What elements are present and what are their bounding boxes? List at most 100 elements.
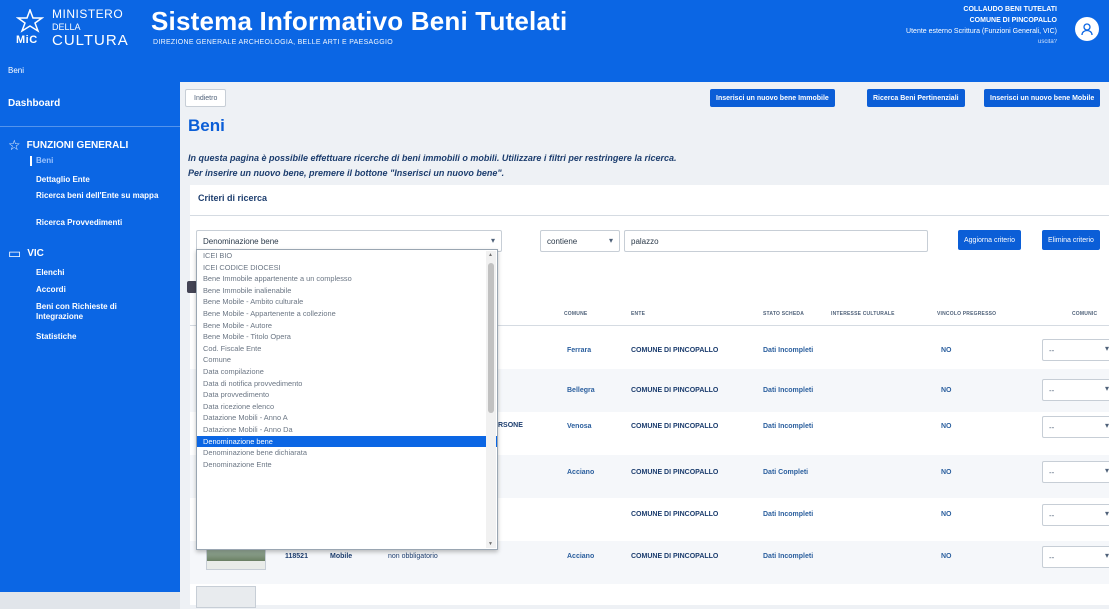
- sidebar-item-statistiche[interactable]: Statistiche: [36, 332, 166, 342]
- dropdown-option[interactable]: Datazione Mobili - Anno A: [197, 412, 497, 424]
- cell-ente: COMUNE DI PINCOPALLO: [631, 387, 719, 394]
- dropdown-option[interactable]: Bene Immobile inalienabile: [197, 285, 497, 297]
- col-header-interesse: INTERESSE CULTURALE: [831, 311, 895, 317]
- dropdown-option[interactable]: Denominazione bene dichiarata: [197, 447, 497, 459]
- update-criteria-button[interactable]: Aggiorna criterio: [958, 230, 1021, 250]
- dropdown-option[interactable]: Data compilazione: [197, 366, 497, 378]
- logo-line2: DELLA: [52, 22, 81, 32]
- app-title: Sistema Informativo Beni Tutelati: [151, 6, 568, 36]
- search-pertinenziali-button[interactable]: Ricerca Beni Pertinenziali: [867, 89, 965, 107]
- chevron-down-icon: ▾: [1104, 509, 1109, 518]
- field-dropdown-list[interactable]: ICEI BIO ICEI CODICE DIOCESI Bene Immobi…: [196, 249, 498, 550]
- logo-line3: CULTURA: [52, 32, 129, 49]
- cell-id: 118521: [285, 553, 308, 560]
- field-select-value: Denominazione bene: [203, 236, 279, 246]
- operator-select[interactable]: contiene ▾: [540, 230, 620, 252]
- dropdown-option[interactable]: Data provvedimento: [197, 389, 497, 401]
- row-action-select[interactable]: -- ▾: [1042, 416, 1109, 438]
- dropdown-option[interactable]: Bene Immobile appartenente a un compless…: [197, 273, 497, 285]
- dropdown-option[interactable]: Bene Mobile - Autore: [197, 320, 497, 332]
- star-icon: ☆: [8, 137, 21, 153]
- divider: [190, 215, 1109, 216]
- select-value: --: [1049, 345, 1055, 355]
- sidebar-section-funzioni[interactable]: ☆ FUNZIONI GENERALI: [8, 137, 128, 154]
- cell-stato: Dati Incompleti: [763, 387, 814, 394]
- app-subtitle: DIREZIONE GENERALE ARCHEOLOGIA, BELLE AR…: [153, 39, 394, 46]
- star-logo-icon: [16, 9, 44, 33]
- select-value: --: [1049, 552, 1055, 562]
- cell-visibilita: non obbligatorio: [388, 553, 438, 560]
- scrollbar-thumb[interactable]: [488, 263, 494, 413]
- sidebar-item-beni[interactable]: Beni: [30, 156, 160, 166]
- dropdown-option[interactable]: Datazione Mobili - Anno Da: [197, 424, 497, 436]
- col-header-ente: ENTE: [631, 311, 646, 317]
- scroll-up-icon[interactable]: ▲: [488, 252, 493, 258]
- dropdown-option[interactable]: Bene Mobile - Ambito culturale: [197, 296, 497, 308]
- dropdown-option[interactable]: ICEI CODICE DIOCESI: [197, 262, 497, 274]
- cell-ente: COMUNE DI PINCOPALLO: [631, 347, 719, 354]
- criteria-value-input[interactable]: palazzo: [624, 230, 928, 252]
- row-action-select[interactable]: -- ▾: [1042, 546, 1109, 568]
- dropdown-option[interactable]: Bene Mobile - Titolo Opera: [197, 331, 497, 343]
- user-info: COLLAUDO BENI TUTELATI COMUNE DI PINCOPA…: [906, 4, 1057, 48]
- cell-vincolo: NO: [941, 511, 952, 518]
- bene-thumbnail[interactable]: [196, 586, 256, 608]
- chevron-down-icon: ▾: [1104, 421, 1109, 430]
- dropdown-option-selected[interactable]: Denominazione bene: [197, 435, 497, 448]
- breadcrumb-bar: [180, 62, 1109, 82]
- col-header-comunic: COMUNIC: [1072, 311, 1098, 317]
- user-entity: COMUNE DI PINCOPALLO: [969, 17, 1057, 24]
- user-avatar-icon[interactable]: [1075, 17, 1099, 41]
- page-description: In questa pagina è possibile effettuare …: [188, 151, 676, 181]
- chevron-down-icon: ▾: [1104, 551, 1109, 560]
- new-immobile-button[interactable]: Inserisci un nuovo bene Immobile: [710, 89, 835, 107]
- row-action-select[interactable]: -- ▾: [1042, 339, 1109, 361]
- select-value: --: [1049, 467, 1055, 477]
- sidebar-section-vic[interactable]: ▭ VIC: [8, 245, 44, 262]
- chevron-down-icon: ▾: [490, 236, 495, 245]
- cell-ente: COMUNE DI PINCOPALLO: [631, 469, 719, 476]
- back-button[interactable]: Indietro: [185, 89, 227, 107]
- logout-link[interactable]: uscita?: [906, 37, 1057, 48]
- cell-ente: COMUNE DI PINCOPALLO: [631, 511, 719, 518]
- new-mobile-button[interactable]: Inserisci un nuovo bene Mobile: [984, 89, 1101, 107]
- operator-select-value: contiene: [547, 236, 578, 246]
- row-action-select[interactable]: -- ▾: [1042, 461, 1109, 483]
- sidebar-item-ricerca-mappa[interactable]: Ricerca beni dell'Ente su mappa: [36, 191, 166, 201]
- dropdown-option[interactable]: Data ricezione elenco: [197, 401, 497, 413]
- dropdown-option[interactable]: Denominazione Ente: [197, 459, 497, 471]
- sidebar-item-ricerca-provvedimenti[interactable]: Ricerca Provvedimenti: [36, 218, 166, 228]
- sidebar-item-dettaglio-ente[interactable]: Dettaglio Ente: [36, 175, 166, 185]
- dropdown-option[interactable]: ICEI BIO: [197, 250, 497, 262]
- sidebar-item-elenchi[interactable]: Elenchi: [36, 268, 166, 278]
- sidebar-item-dashboard[interactable]: Dashboard: [8, 98, 60, 109]
- col-header-comune: COMUNE: [564, 311, 588, 317]
- row-action-select[interactable]: -- ▾: [1042, 504, 1109, 526]
- ministry-logo[interactable]: MiC MINISTERO DELLA CULTURA: [14, 7, 134, 51]
- bene-thumbnail[interactable]: [206, 548, 266, 570]
- cell-vincolo: NO: [941, 469, 952, 476]
- scroll-down-icon[interactable]: ▼: [488, 541, 493, 547]
- logo-line1: MINISTERO: [52, 7, 124, 21]
- dropdown-scrollbar[interactable]: ▲ ▼: [486, 251, 496, 548]
- chevron-down-icon: ▾: [1104, 384, 1109, 393]
- col-header-stato: STATO SCHEDA: [763, 311, 805, 317]
- user-name: COLLAUDO BENI TUTELATI: [963, 6, 1057, 13]
- cell-comune: Acciano: [567, 553, 595, 560]
- user-role: Utente esterno Scrittura (Funzioni Gener…: [906, 28, 1057, 35]
- cell-comune: Bellegra: [567, 387, 595, 394]
- sidebar: Dashboard ☆ FUNZIONI GENERALI Beni Detta…: [0, 82, 180, 592]
- dropdown-option[interactable]: Data di notifica provvedimento: [197, 378, 497, 390]
- dropdown-option[interactable]: Bene Mobile - Appartenente a collezione: [197, 308, 497, 320]
- sidebar-item-integrazione[interactable]: Beni con Richieste di Integrazione: [36, 302, 166, 322]
- cell-denominazione: RSONE: [498, 422, 523, 429]
- page-description-line2: Per inserire un nuovo bene, premere il b…: [188, 168, 505, 178]
- breadcrumb[interactable]: Beni: [0, 62, 180, 82]
- sidebar-section-label: VIC: [27, 248, 44, 259]
- sidebar-section-label: FUNZIONI GENERALI: [26, 140, 129, 151]
- sidebar-item-accordi[interactable]: Accordi: [36, 285, 166, 295]
- delete-criteria-button[interactable]: Elimina criterio: [1042, 230, 1100, 250]
- row-action-select[interactable]: -- ▾: [1042, 379, 1109, 401]
- dropdown-option[interactable]: Cod. Fiscale Ente: [197, 343, 497, 355]
- dropdown-option[interactable]: Comune: [197, 354, 497, 366]
